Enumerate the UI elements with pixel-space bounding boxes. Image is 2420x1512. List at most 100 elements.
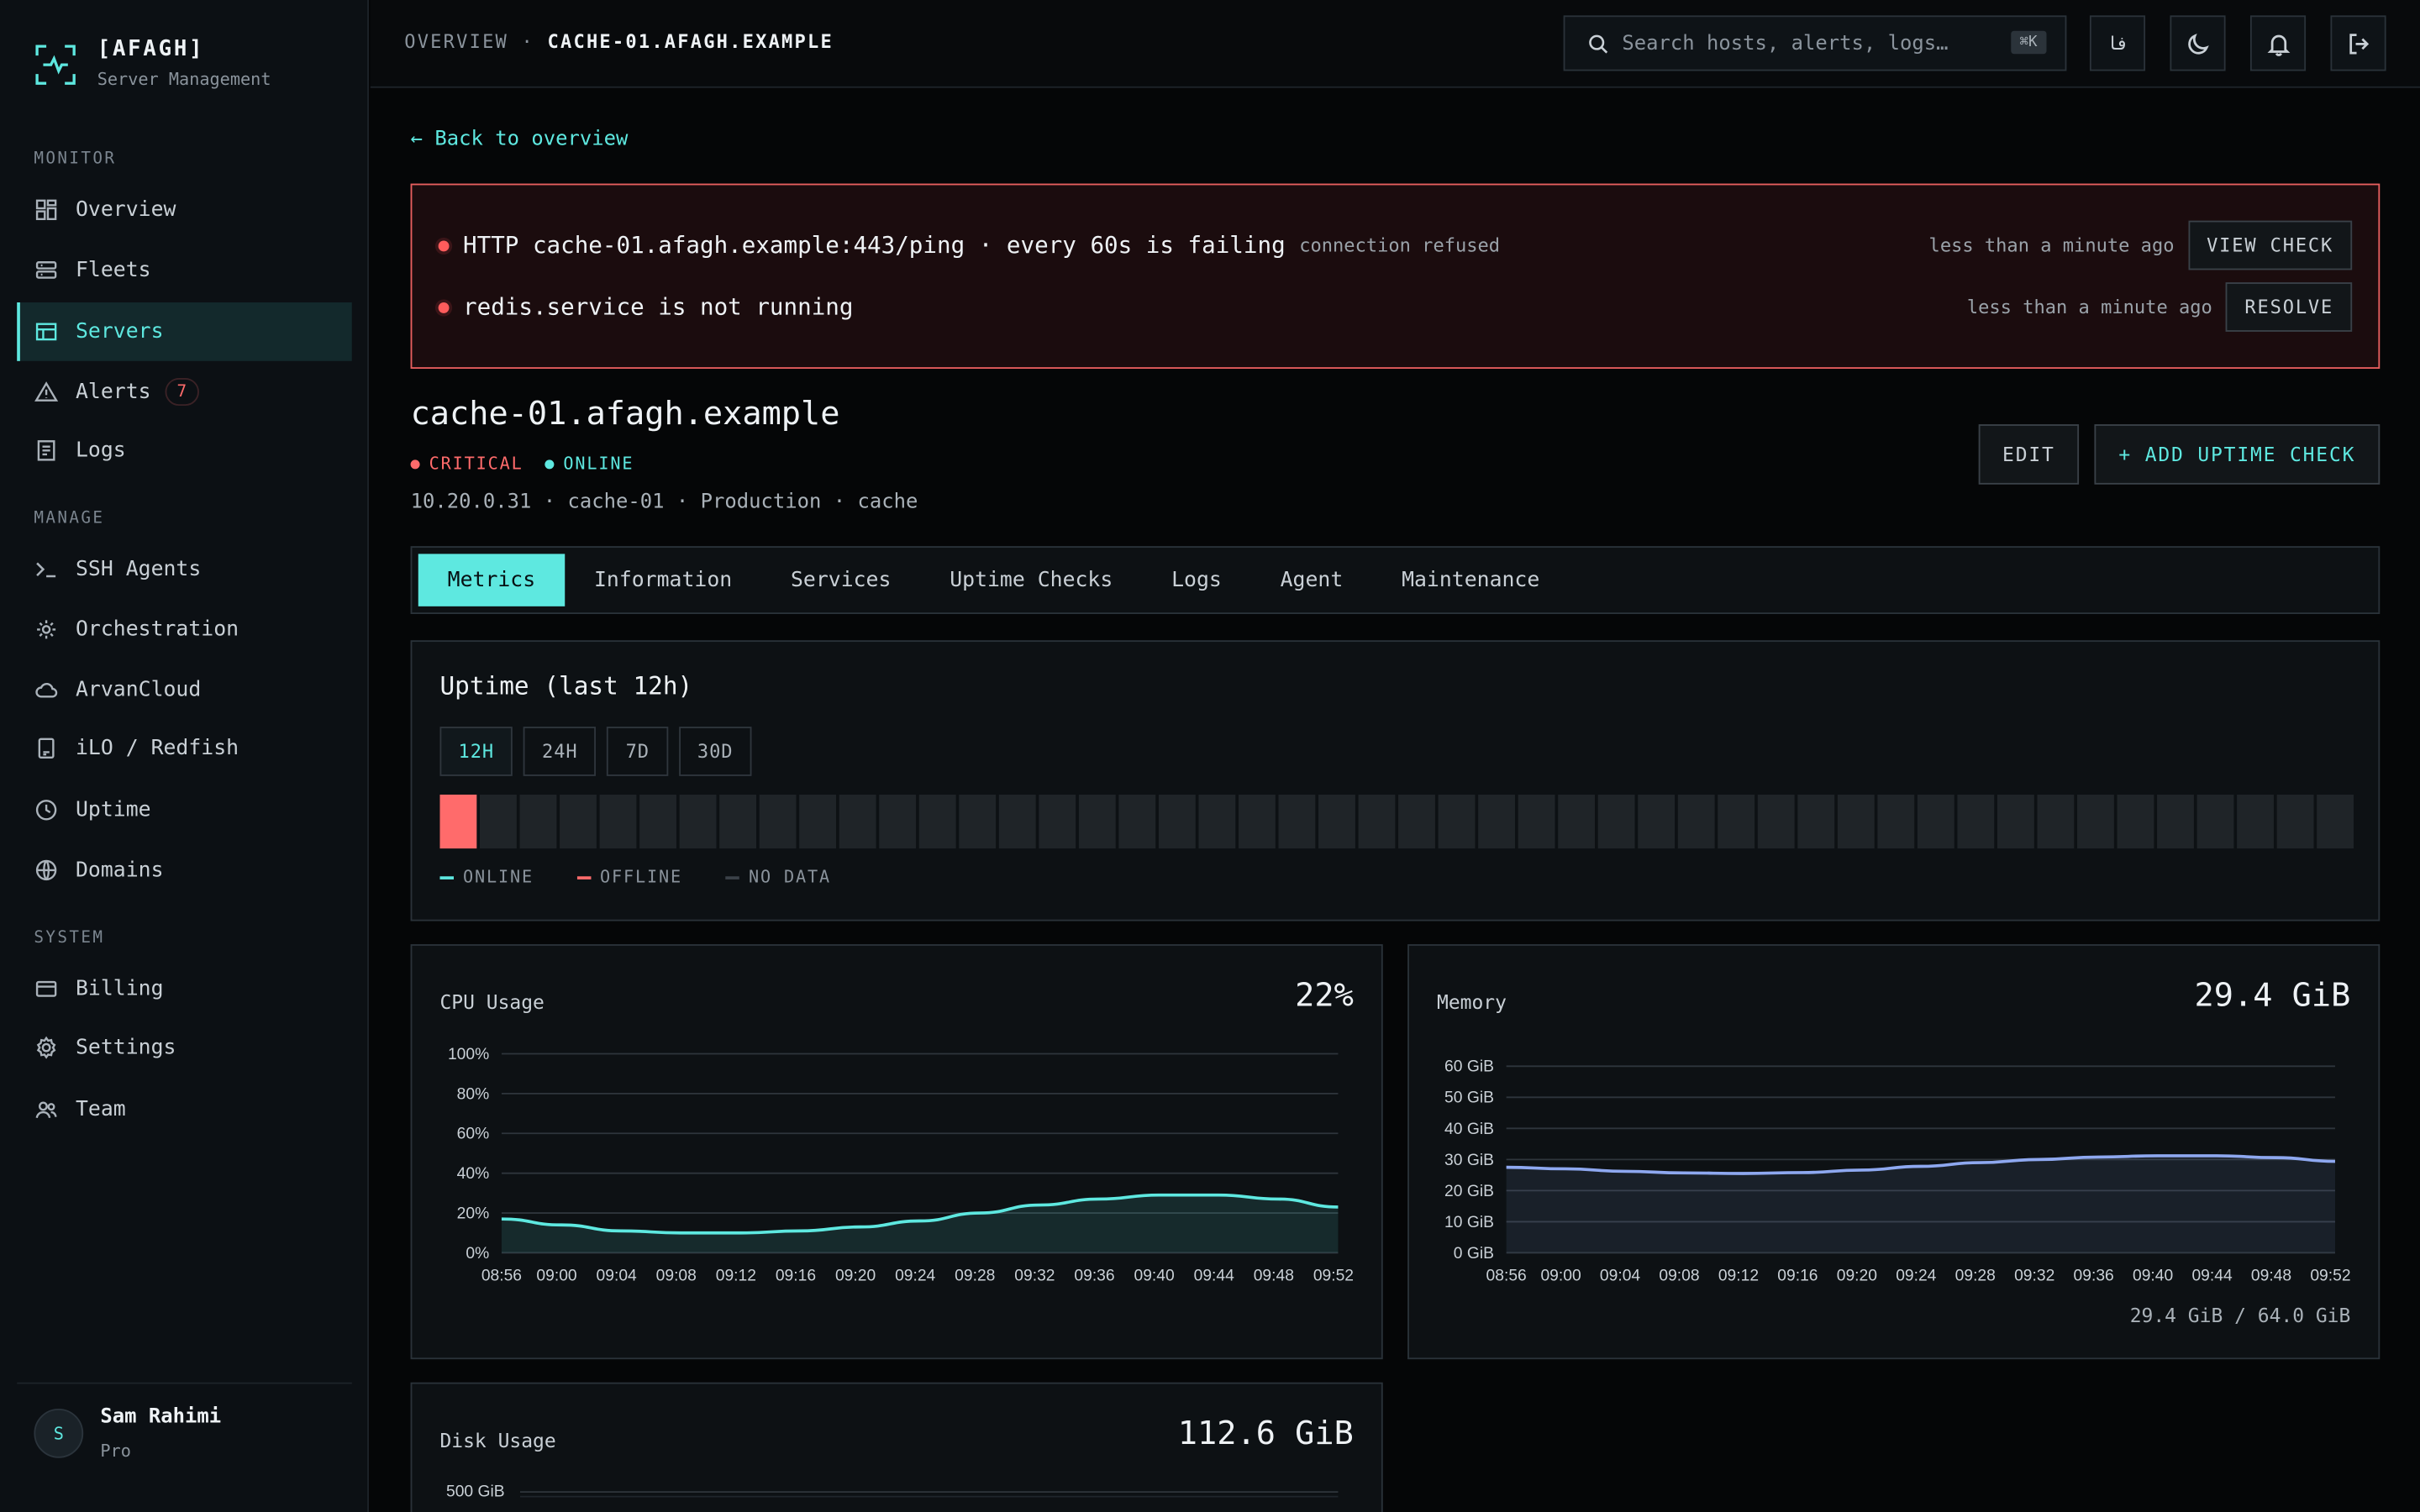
alert-dot-icon [438,239,450,251]
uptime-slot-none [998,794,1036,849]
x-tick-label: 09:28 [955,1267,995,1284]
tab-uptime-checks[interactable]: Uptime Checks [920,554,1142,606]
cpu-value: 22% [1295,976,1354,1014]
resolve-button[interactable]: RESOLVE [2226,282,2353,332]
legend-label: OFFLINE [600,867,683,888]
edit-button[interactable]: EDIT [1978,424,2080,485]
view-check-button[interactable]: VIEW CHECK [2188,220,2353,270]
y-tick-label: 30 GiB [1444,1152,1494,1169]
tab-agent[interactable]: Agent [1251,554,1372,606]
uptime-legend: ONLINE OFFLINE NO DATA [439,867,874,887]
uptime-slot-none [1438,794,1476,849]
brand-name: [AFAGH] [97,37,205,62]
search-input[interactable]: Search hosts, alerts, logs… ⌘K [1563,15,2067,71]
legend-label: ONLINE [463,867,534,888]
search-icon [1589,34,1608,53]
credit-card-icon [35,980,57,997]
tab-logs[interactable]: Logs [1142,554,1251,606]
range-24h-button[interactable]: 24H [523,727,597,776]
alert-row: redis.service is not running less than a… [438,282,2353,332]
section-label-monitor: MONITOR [34,150,117,169]
sidebar-item-overview[interactable]: Overview [17,181,352,239]
range-12h-button[interactable]: 12H [439,727,513,776]
server-meta: 10.20.0.31 · cache-01 · Production · cac… [410,491,918,514]
uptime-slot-offline [439,794,477,849]
uptime-slot-none [1118,794,1156,849]
tab-services[interactable]: Services [761,554,920,606]
uptime-slot-none [560,794,597,849]
sidebar-item-fleets[interactable]: Fleets [17,241,352,300]
uptime-slot-none [2237,794,2274,849]
sidebar-item-team[interactable]: Team [17,1080,352,1139]
disk-value: 112.6 GiB [1177,1415,1354,1452]
sidebar-item-label: SSH Agents [76,557,202,582]
x-tick-label: 09:52 [2310,1267,2350,1284]
uptime-slot-none [599,794,637,849]
users-icon [35,1101,57,1119]
range-30d-button[interactable]: 30D [678,727,752,776]
tab-information[interactable]: Information [565,554,761,606]
status-badge: ONLINE [544,454,634,474]
tab-maintenance[interactable]: Maintenance [1372,554,1569,606]
sidebar-item-domains[interactable]: Domains [17,841,352,900]
sidebar-item-arvancloud[interactable]: ArvanCloud [17,660,352,719]
x-tick-label: 09:12 [716,1267,756,1284]
tab-bar: Metrics Information Services Uptime Chec… [410,546,2381,615]
notifications-button[interactable] [2249,15,2307,71]
sidebar-item-billing[interactable]: Billing [17,959,352,1018]
grid-icon [35,199,57,221]
uptime-slot-none [839,794,876,849]
range-7d-button[interactable]: 7D [607,727,668,776]
sidebar-item-alerts[interactable]: Alerts 7 [17,363,352,422]
brand[interactable]: [AFAGH] Server Management [34,37,271,90]
x-tick-label: 09:28 [1955,1267,1996,1284]
sidebar-item-uptime[interactable]: Uptime [17,780,352,839]
alert-time: less than a minute ago [1928,234,2175,256]
breadcrumb-root[interactable]: OVERVIEW [404,31,508,53]
alert-detail: connection refused [1299,234,1501,256]
user-name: Sam Rahimi [100,1405,222,1429]
uptime-slot-none [2157,794,2194,849]
x-tick-label: 09:32 [2014,1267,2054,1284]
x-tick-label: 09:20 [835,1267,876,1284]
sidebar-item-ssh-agents[interactable]: SSH Agents [17,540,352,599]
sidebar-item-servers[interactable]: Servers [17,302,352,361]
uptime-slot-none [1278,794,1316,849]
section-label-manage: MANAGE [34,509,105,528]
logout-icon [2349,33,2369,54]
theme-toggle-button[interactable] [2170,15,2226,71]
sidebar-item-orchestration[interactable]: Orchestration [17,600,352,659]
y-tick-label: 80% [457,1085,490,1103]
x-tick-label: 08:56 [1486,1267,1527,1284]
sidebar-item-settings[interactable]: Settings [17,1018,352,1077]
uptime-slot-none [1318,794,1355,849]
uptime-slot-none [2037,794,2075,849]
warning-icon [34,381,59,402]
sidebar-item-ilo-redfish[interactable]: iLO / Redfish [17,719,352,778]
sidebar-item-logs[interactable]: Logs [17,421,352,480]
pulse-logo-icon [35,45,76,85]
logout-button[interactable] [2330,15,2386,71]
disk-chart: 500 GiB [446,1483,1339,1501]
alerts-count-badge: 7 [165,378,199,407]
sidebar-item-label: Settings [76,1035,176,1060]
x-tick-label: 08:56 [481,1267,522,1284]
uptime-bar-strip [439,794,2354,849]
add-uptime-check-button[interactable]: + ADD UPTIME CHECK [2094,424,2381,485]
uptime-slot-none [719,794,757,849]
sidebar-item-label: Billing [76,976,164,1002]
x-tick-label: 09:40 [2133,1267,2173,1284]
language-toggle-button[interactable]: فا [2089,15,2146,71]
cpu-card: CPU Usage 22% 0% 20% 40% 60% 80% 100% 08:56 09:… [410,944,1383,1360]
memory-footer: 29.4 GiB / 64.0 GiB [2129,1304,2351,1327]
uptime-slot-none [2196,794,2234,849]
back-to-overview-link[interactable]: ← Back to overview [411,128,629,151]
user-profile[interactable]: S Sam Rahimi Pro [17,1382,352,1461]
legend-online: ONLINE [439,867,555,887]
tab-metrics[interactable]: Metrics [418,554,566,606]
uptime-slot-none [2276,794,2314,849]
clock-icon [35,800,57,821]
x-tick-label: 09:24 [895,1267,935,1284]
bell-icon [2266,34,2290,55]
memory-title: Memory [1437,990,1507,1014]
